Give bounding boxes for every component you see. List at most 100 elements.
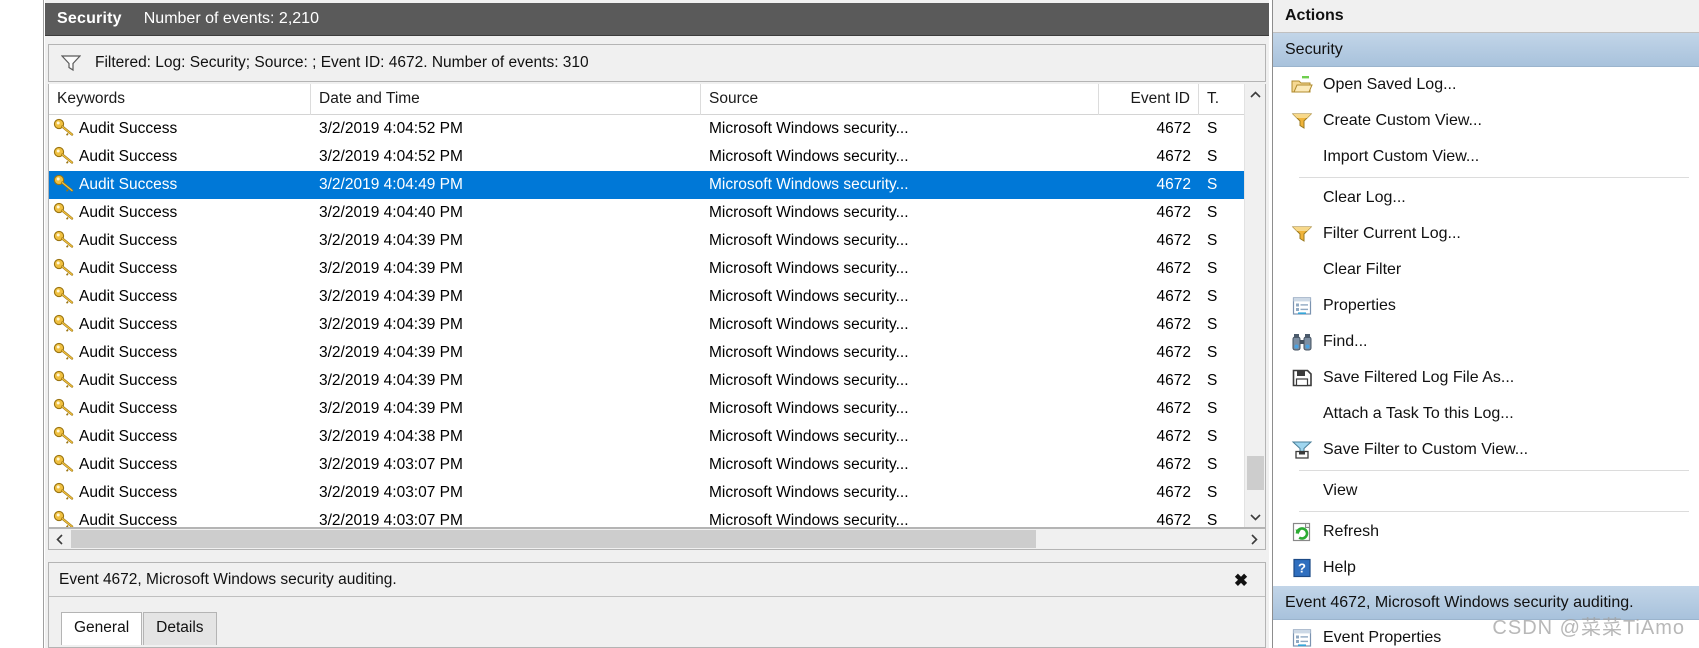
properties-icon	[1285, 628, 1319, 648]
cell-datetime: 3/2/2019 4:03:07 PM	[319, 456, 463, 473]
table-row[interactable]: Audit Success 3/2/2019 4:04:39 PM Microsof…	[49, 227, 1265, 255]
table-row[interactable]: Audit Success 3/2/2019 4:04:39 PM Microsof…	[49, 367, 1265, 395]
save-disk-icon	[1285, 368, 1319, 388]
cell-keywords: Audit Success	[49, 451, 311, 479]
table-row[interactable]: Audit Success 3/2/2019 4:04:39 PM Microsof…	[49, 339, 1265, 367]
open-folder-icon	[1285, 75, 1319, 95]
keywords-label: Audit Success	[79, 512, 178, 528]
table-row[interactable]: Audit Success 3/2/2019 4:04:39 PM Microsof…	[49, 395, 1265, 423]
cell-source: Microsoft Windows security...	[709, 232, 909, 249]
action-item-label: Refresh	[1323, 523, 1380, 540]
table-row[interactable]: Audit Success 3/2/2019 4:04:39 PM Microsof…	[49, 283, 1265, 311]
events-list[interactable]: Keywords Date and Time Source Event ID T…	[48, 84, 1266, 528]
keywords-label: Audit Success	[79, 204, 178, 221]
action-item-label: View	[1323, 482, 1358, 499]
action-item-clear-log[interactable]: Clear Log...	[1273, 180, 1699, 216]
cell-taskcategory: S	[1207, 344, 1218, 361]
action-item-filter-current-log[interactable]: Filter Current Log...	[1273, 216, 1699, 252]
cell-eventid: 4672	[1156, 120, 1191, 137]
properties-icon	[1285, 296, 1319, 316]
action-item-help[interactable]: ? Help	[1273, 550, 1699, 586]
keywords-label: Audit Success	[79, 400, 178, 417]
cell-taskcategory: S	[1207, 512, 1218, 528]
action-item-view[interactable]: View	[1273, 473, 1699, 509]
action-item-import-custom-view[interactable]: Import Custom View...	[1273, 139, 1699, 175]
action-item-properties[interactable]: Properties	[1273, 288, 1699, 324]
close-icon[interactable]: ✖	[1231, 570, 1251, 590]
cell-source: Microsoft Windows security...	[709, 484, 909, 501]
help-icon: ?	[1285, 558, 1319, 578]
action-item-find[interactable]: Find...	[1273, 324, 1699, 360]
cell-eventid: 4672	[1156, 176, 1191, 193]
action-item-create-custom-view[interactable]: Create Custom View...	[1273, 103, 1699, 139]
cell-datetime: 3/2/2019 4:04:39 PM	[319, 260, 463, 277]
table-row[interactable]: Audit Success 3/2/2019 4:04:39 PM Microsof…	[49, 311, 1265, 339]
action-item-clear-filter[interactable]: Clear Filter	[1273, 252, 1699, 288]
keywords-label: Audit Success	[79, 316, 178, 333]
events-list-vertical-scrollbar[interactable]	[1244, 84, 1265, 527]
column-header-keywords[interactable]: Keywords	[49, 84, 311, 115]
key-icon	[53, 173, 79, 198]
table-row[interactable]: Audit Success 3/2/2019 4:04:52 PM Microsof…	[49, 115, 1265, 143]
horizontal-scroll-thumb[interactable]	[71, 530, 1036, 548]
cell-eventid: 4672	[1156, 428, 1191, 445]
cell-datetime: 3/2/2019 4:04:52 PM	[319, 120, 463, 137]
log-event-count: Number of events: 2,210	[143, 10, 319, 27]
cell-keywords: Audit Success	[49, 115, 311, 143]
cell-source: Microsoft Windows security...	[709, 428, 909, 445]
cell-source: Microsoft Windows security...	[709, 176, 909, 193]
events-list-horizontal-scrollbar[interactable]	[48, 528, 1266, 550]
table-row[interactable]: Audit Success 3/2/2019 4:03:07 PM Microsof…	[49, 507, 1265, 528]
cell-keywords: Audit Success	[49, 199, 311, 227]
cell-datetime: 3/2/2019 4:04:39 PM	[319, 316, 463, 333]
cell-source: Microsoft Windows security...	[709, 260, 909, 277]
table-row[interactable]: Audit Success 3/2/2019 4:03:07 PM Microsof…	[49, 479, 1265, 507]
cell-datetime: 3/2/2019 4:04:39 PM	[319, 288, 463, 305]
cell-taskcategory: S	[1207, 260, 1218, 277]
actions-group-event: Event 4672, Microsoft Windows security a…	[1273, 586, 1699, 620]
action-item-refresh[interactable]: Refresh	[1273, 514, 1699, 550]
cell-eventid: 4672	[1156, 232, 1191, 249]
table-row[interactable]: Audit Success 3/2/2019 4:04:39 PM Microsof…	[49, 255, 1265, 283]
cell-eventid: 4672	[1156, 344, 1191, 361]
cell-keywords: Audit Success	[49, 311, 311, 339]
column-header-source[interactable]: Source	[701, 84, 1099, 115]
column-header-eventid[interactable]: Event ID	[1099, 84, 1199, 115]
action-item-attach-a-task-to-this-log[interactable]: Attach a Task To this Log...	[1273, 396, 1699, 432]
scroll-right-arrow[interactable]	[1243, 529, 1265, 549]
table-row[interactable]: Audit Success 3/2/2019 4:04:49 PM Microsof…	[49, 171, 1265, 199]
keywords-label: Audit Success	[79, 176, 178, 193]
cell-keywords: Audit Success	[49, 255, 311, 283]
horizontal-scroll-track[interactable]	[71, 529, 1243, 549]
events-list-header[interactable]: Keywords Date and Time Source Event ID T…	[49, 84, 1265, 115]
cell-datetime: 3/2/2019 4:04:39 PM	[319, 344, 463, 361]
action-item-event-properties[interactable]: Event Properties	[1273, 620, 1699, 648]
action-item-save-filtered-log-file-as[interactable]: Save Filtered Log File As...	[1273, 360, 1699, 396]
table-row[interactable]: Audit Success 3/2/2019 4:04:40 PM Microsof…	[49, 199, 1265, 227]
cell-datetime: 3/2/2019 4:03:07 PM	[319, 484, 463, 501]
scroll-left-arrow[interactable]	[49, 529, 71, 549]
filter-notification-bar[interactable]: Filtered: Log: Security; Source: ; Event…	[48, 44, 1266, 82]
table-row[interactable]: Audit Success 3/2/2019 4:04:52 PM Microsof…	[49, 143, 1265, 171]
action-item-open-saved-log[interactable]: Open Saved Log...	[1273, 67, 1699, 103]
event-actions-list: Event Properties	[1273, 620, 1699, 648]
tab-details[interactable]: Details	[143, 612, 217, 645]
table-row[interactable]: Audit Success 3/2/2019 4:04:38 PM Microsof…	[49, 423, 1265, 451]
tab-general[interactable]: General	[61, 612, 143, 645]
action-item-label: Clear Log...	[1323, 189, 1406, 206]
action-item-label: Filter Current Log...	[1323, 225, 1461, 242]
keywords-label: Audit Success	[79, 260, 178, 277]
scroll-thumb[interactable]	[1247, 456, 1264, 490]
table-row[interactable]: Audit Success 3/2/2019 4:03:07 PM Microsof…	[49, 451, 1265, 479]
action-item-save-filter-to-custom-view[interactable]: Save Filter to Custom View...	[1273, 432, 1699, 468]
scroll-down-arrow[interactable]	[1245, 506, 1265, 527]
column-header-datetime[interactable]: Date and Time	[311, 84, 701, 115]
events-list-rows: Audit Success 3/2/2019 4:04:52 PM Microsof…	[49, 115, 1265, 528]
cell-eventid: 4672	[1156, 288, 1191, 305]
column-header-taskcategory[interactable]: T.	[1199, 84, 1239, 115]
menu-separator	[1299, 511, 1689, 512]
keywords-label: Audit Success	[79, 428, 178, 445]
scroll-up-arrow[interactable]	[1245, 84, 1265, 105]
cell-keywords: Audit Success	[49, 339, 311, 367]
cell-datetime: 3/2/2019 4:03:07 PM	[319, 512, 463, 528]
